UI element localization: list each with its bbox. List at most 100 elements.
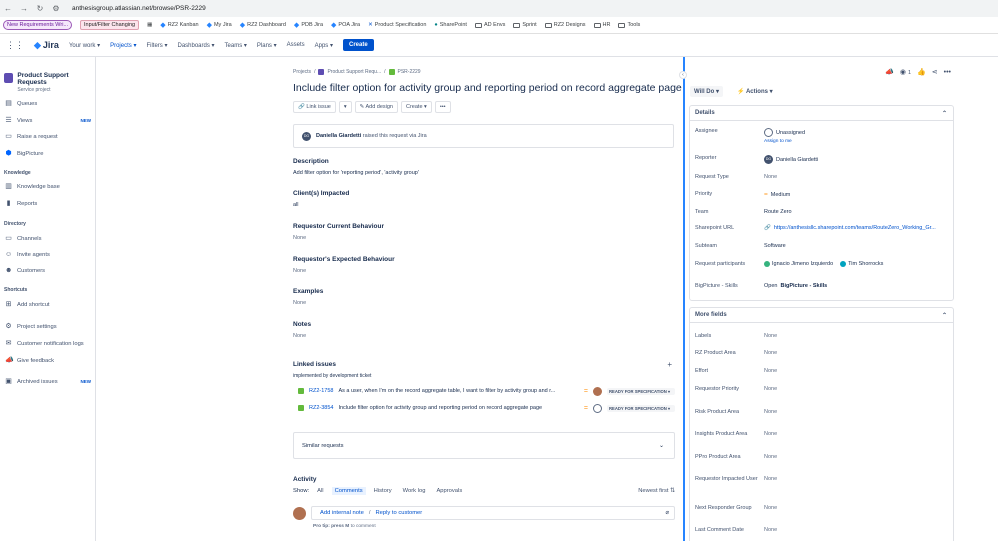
sidebar-item-reports[interactable]: ▮ Reports — [5, 200, 91, 207]
nav-plans[interactable]: Plans ▾ — [257, 42, 277, 49]
bookmarks-bar: New Requirements Wri... Input/Filter Cha… — [0, 17, 998, 34]
add-link-icon[interactable]: + — [667, 360, 672, 369]
bookmark-hr[interactable]: HR — [593, 22, 610, 28]
sidebar-item-give-feedback[interactable]: 📣 Give feedback — [5, 357, 91, 364]
breadcrumb-project[interactable]: Product Support Requ... — [327, 69, 381, 75]
participant[interactable]: Ignacio Jimeno Izquierdo — [764, 261, 833, 267]
field-clients-impacted: Client(s) Impacted all — [293, 190, 350, 208]
description-value[interactable]: Add filter option for 'reporting period'… — [293, 170, 419, 176]
tab-comments[interactable]: Comments — [331, 487, 366, 495]
jira-top-nav: ⋮⋮ ◆ Jira Your work ▾ Projects ▾ Filters … — [0, 34, 998, 57]
sidebar-item-channels[interactable]: ▭ Channels — [5, 235, 91, 242]
bookmark-rz2-kanban[interactable]: ◆ RZ2 Kanban — [160, 21, 198, 29]
app-switcher-icon[interactable]: ⋮⋮ — [6, 40, 24, 51]
reload-icon[interactable]: ↻ — [36, 4, 44, 13]
apps-grid-icon[interactable]: ▦ — [147, 22, 152, 28]
bookmark-my-jira[interactable]: ◆ My Jira — [207, 21, 232, 29]
more-fields-header[interactable]: More fields ⌃ — [690, 308, 953, 323]
actions-dropdown[interactable]: ⚡ Actions ▾ — [735, 86, 775, 97]
field-requestor-impacted-user: Requestor Impacted User None — [695, 476, 778, 482]
megaphone-icon[interactable]: 📣 — [885, 68, 894, 76]
forward-icon[interactable]: → — [20, 4, 28, 13]
create-dropdown-button[interactable]: Create ▾ — [401, 101, 432, 113]
details-header[interactable]: Details ⌃ — [690, 106, 953, 121]
bookmark-ad-envs[interactable]: AD Envs — [474, 22, 505, 28]
nav-apps[interactable]: Apps ▾ — [315, 42, 333, 49]
status-badge[interactable]: READY FOR SPECIFICATION ▾ — [607, 404, 675, 412]
bookmark-tools[interactable]: Tools — [618, 22, 640, 28]
comment-box[interactable]: Add internal note / Reply to customer ⌀ — [311, 506, 675, 520]
people-icon: ☻ — [5, 267, 13, 274]
share-icon[interactable]: ⋖ — [932, 68, 938, 76]
bookmark-new-requirements[interactable]: New Requirements Wri... — [3, 20, 73, 30]
similar-requests-panel[interactable]: Similar requests ⌄ — [293, 432, 675, 459]
status-dropdown[interactable]: Will Do ▾ — [690, 86, 723, 97]
linked-issue-row[interactable]: RZ2-3854 Include filter option for activ… — [293, 401, 675, 415]
reply-to-customer-button[interactable]: Reply to customer — [375, 510, 422, 516]
bookmark-product-spec[interactable]: ✕ Product Specification — [368, 22, 426, 28]
sidebar-item-views[interactable]: ☰ Views NEW — [5, 117, 91, 124]
bookmark-rz2-dashboard[interactable]: ◆ RZ2 Dashboard — [240, 21, 286, 29]
tab-approvals[interactable]: Approvals — [433, 487, 465, 495]
bookmark-input-filter[interactable]: Input/Filter Changing — [80, 20, 140, 30]
breadcrumb: Projects / Product Support Requ... / PSR… — [293, 69, 421, 75]
breadcrumb-issue-key[interactable]: PSR-2229 — [398, 69, 421, 75]
requester-name[interactable]: Daniella Giardetti — [316, 133, 361, 139]
attachment-icon[interactable]: ⌀ — [666, 510, 670, 516]
linked-issue-row[interactable]: RZ2-1758 As a user, when I'm on the reco… — [293, 384, 675, 398]
address-bar[interactable]: anthesisgroup.atlassian.net/browse/PSR-2… — [72, 5, 206, 12]
nav-assets[interactable]: Assets — [287, 42, 305, 48]
sidebar-item-invite-agents[interactable]: ☺ Invite agents — [5, 251, 91, 258]
sidebar-item-bigpicture[interactable]: ⬢ BigPicture — [5, 150, 91, 157]
sidebar-item-raise-request[interactable]: ▭ Raise a request — [5, 133, 91, 140]
archive-icon: ▣ — [5, 378, 12, 385]
nav-your-work[interactable]: Your work ▾ — [69, 42, 100, 49]
status-badge[interactable]: READY FOR SPECIFICATION ▾ — [607, 387, 675, 395]
more-icon[interactable]: ••• — [944, 69, 951, 76]
sort-order-button[interactable]: Newest first ⇅ — [638, 488, 675, 494]
bookmark-poa-jira[interactable]: ◆ POA Jira — [331, 21, 360, 29]
add-internal-note-button[interactable]: Add internal note — [320, 510, 364, 516]
back-icon[interactable]: ← — [4, 4, 12, 13]
nav-teams[interactable]: Teams ▾ — [225, 42, 247, 49]
participant[interactable]: Tim Shorrocks — [840, 261, 883, 267]
channels-icon: ▭ — [5, 235, 12, 242]
bookmark-sprint[interactable]: Sprint — [513, 22, 537, 28]
assign-to-me-link[interactable]: Assign to me — [764, 139, 792, 144]
field-effort: Effort None — [695, 368, 778, 374]
sidebar-item-notification-logs[interactable]: ✉ Customer notification logs — [5, 340, 91, 347]
tab-work-log[interactable]: Work log — [400, 487, 429, 495]
project-header[interactable]: Product Support Requests Service project — [4, 72, 95, 93]
thumbs-up-icon[interactable]: 👍 — [917, 68, 926, 76]
sidebar-item-customers[interactable]: ☻ Customers — [5, 267, 91, 274]
sidebar-heading-shortcuts: Shortcuts — [4, 287, 28, 293]
detail-bigpicture-skills: BigPicture - Skills Open BigPicture - Ski… — [695, 283, 828, 289]
watch-button[interactable]: ◉ 1 — [900, 68, 911, 76]
link-issue-button[interactable]: 🔗 Link issue — [293, 101, 336, 113]
megaphone-icon: 📣 — [5, 357, 14, 364]
more-actions-button[interactable]: ••• — [434, 101, 451, 113]
bookmark-sharepoint[interactable]: ● SharePoint — [434, 22, 467, 28]
bookmark-pdb-jira[interactable]: ◆ PDB Jira — [294, 21, 323, 29]
nav-dashboards[interactable]: Dashboards ▾ — [178, 42, 215, 49]
sidebar-item-project-settings[interactable]: ⚙ Project settings — [5, 323, 91, 330]
sidebar-item-archived-issues[interactable]: ▣ Archived issues NEW — [5, 378, 91, 385]
gear-icon: ⚙ — [5, 323, 12, 330]
add-design-button[interactable]: ✎ Add design — [354, 101, 398, 113]
sidebar-item-queues[interactable]: ▤ Queues — [5, 100, 91, 107]
sidebar-item-knowledge-base[interactable]: ▥ Knowledge base — [5, 183, 91, 190]
tab-all[interactable]: All — [314, 487, 326, 495]
detail-reporter: Reporter DG Daniella Giardetti — [695, 155, 819, 164]
nav-filters[interactable]: Filters ▾ — [146, 42, 167, 49]
create-button[interactable]: Create — [343, 39, 374, 51]
sidebar-item-add-shortcut[interactable]: ⊞ Add shortcut — [5, 301, 91, 308]
site-info-icon[interactable]: ⚙ — [52, 4, 60, 13]
nav-projects[interactable]: Projects ▾ — [110, 42, 136, 49]
jira-logo[interactable]: ◆ Jira — [34, 40, 59, 51]
link-issue-dropdown[interactable]: ▾ — [338, 101, 352, 113]
tab-history[interactable]: History — [371, 487, 395, 495]
issue-title[interactable]: Include filter option for activity group… — [293, 82, 682, 94]
breadcrumb-projects[interactable]: Projects — [293, 69, 311, 75]
bookmark-rz2-designs[interactable]: RZ2 Designs — [544, 22, 586, 28]
assignee-value[interactable]: Unassigned — [764, 128, 805, 137]
